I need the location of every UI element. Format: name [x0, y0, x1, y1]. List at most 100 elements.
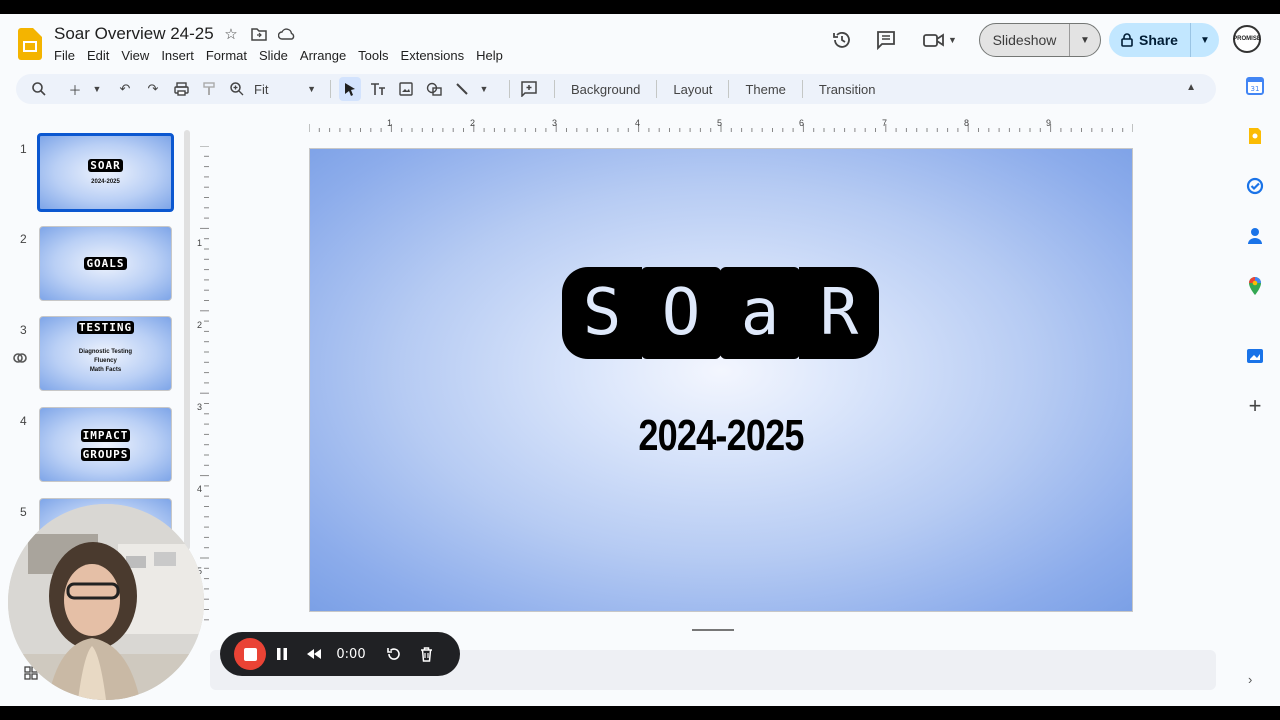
slides-logo-icon[interactable]: [18, 28, 42, 60]
tasks-icon[interactable]: [1245, 176, 1265, 196]
ruler-label: 5: [717, 118, 723, 128]
new-slide-icon[interactable]: ＋: [64, 77, 86, 101]
toolbar-divider: [554, 80, 555, 98]
new-slide-dropdown-icon[interactable]: ▼: [86, 77, 108, 101]
select-tool-icon[interactable]: [339, 77, 361, 101]
paint-format-icon[interactable]: [198, 77, 220, 101]
menu-help[interactable]: Help: [470, 46, 509, 65]
keep-icon[interactable]: [1245, 126, 1265, 146]
version-history-icon[interactable]: [828, 26, 856, 54]
background-button[interactable]: Background: [563, 82, 648, 97]
meet-dropdown-icon[interactable]: ▼: [948, 35, 957, 45]
hide-menus-chevron-icon[interactable]: ▲: [1186, 82, 1196, 93]
thumb-subtitle: 2024-2025: [91, 178, 120, 185]
toolbar-divider: [656, 80, 658, 98]
menu-insert[interactable]: Insert: [155, 46, 200, 65]
slideshow-button[interactable]: Slideshow ▼: [979, 23, 1101, 57]
slide-thumbnail-3[interactable]: TESTING Diagnostic Testing Fluency Math …: [39, 316, 172, 391]
account-avatar[interactable]: PROMISE: [1233, 25, 1261, 53]
filmstrip-scrollbar[interactable]: [184, 130, 190, 550]
share-dropdown-icon[interactable]: ▼: [1191, 23, 1219, 57]
shape-icon[interactable]: [423, 77, 445, 101]
maps-icon[interactable]: [1245, 276, 1265, 296]
vertical-ruler[interactable]: 1 2 3 4 5: [196, 146, 210, 626]
slide-thumbnail-4[interactable]: IMPACT GROUPS: [39, 407, 172, 482]
move-folder-icon[interactable]: [250, 25, 268, 43]
add-comment-icon[interactable]: [518, 77, 540, 101]
ruler-label: 6: [799, 118, 805, 128]
redo-icon[interactable]: ↷: [142, 77, 164, 101]
webcam-bubble[interactable]: [8, 504, 204, 700]
recording-timer: 0:00: [336, 646, 366, 662]
menu-extensions[interactable]: Extensions: [395, 46, 471, 65]
share-button[interactable]: Share ▼: [1109, 23, 1219, 57]
ruler-label: 9: [1046, 118, 1052, 128]
horizontal-ruler[interactable]: 1 2 3 4 5 6 7 8 9: [309, 118, 1133, 134]
menu-tools[interactable]: Tools: [352, 46, 394, 65]
delete-recording-icon[interactable]: [410, 646, 442, 662]
ruler-label: 2: [470, 118, 476, 128]
ruler-label: 1: [387, 118, 393, 128]
slide-thumbnail-1[interactable]: SOAR 2024-2025: [37, 133, 174, 212]
stop-recording-button[interactable]: [234, 638, 266, 670]
menu-view[interactable]: View: [115, 46, 155, 65]
ruler-label: 2: [197, 320, 203, 330]
undo-icon[interactable]: ↶: [114, 77, 136, 101]
slide-number: 2: [20, 232, 27, 246]
comments-icon[interactable]: [872, 26, 900, 54]
toolbar: ＋ ▼ ↶ ↷ Fit ▼ ▼ Background Layout Theme …: [16, 74, 1216, 104]
title-letter: R: [799, 267, 879, 359]
expand-panel-chevron-icon[interactable]: ›: [1248, 672, 1252, 687]
ruler-label: 4: [635, 118, 641, 128]
theme-button[interactable]: Theme: [737, 82, 793, 97]
presenter-webcam-image: [8, 504, 204, 700]
menu-arrange[interactable]: Arrange: [294, 46, 352, 65]
toolbar-divider: [509, 80, 510, 98]
svg-text:31: 31: [1251, 85, 1260, 93]
menu-format[interactable]: Format: [200, 46, 253, 65]
print-icon[interactable]: [170, 77, 192, 101]
rewind-icon[interactable]: [298, 648, 330, 660]
slide-subtitle[interactable]: 2024-2025: [384, 411, 1058, 461]
slide-canvas[interactable]: S O a R 2024-2025: [309, 148, 1133, 612]
slideshow-label[interactable]: Slideshow: [980, 24, 1070, 56]
document-title[interactable]: Soar Overview 24-25: [54, 24, 214, 44]
line-dropdown-icon[interactable]: ▼: [473, 77, 495, 101]
restart-icon[interactable]: [378, 647, 410, 661]
search-menus-icon[interactable]: [28, 77, 50, 101]
calendar-icon[interactable]: 31: [1245, 76, 1265, 96]
title-letter: O: [641, 267, 721, 359]
addon-icon[interactable]: [1245, 346, 1265, 366]
zoom-select[interactable]: Fit ▼: [254, 77, 316, 101]
ruler-label: 3: [197, 402, 203, 412]
menu-file[interactable]: File: [48, 46, 81, 65]
pause-icon[interactable]: [266, 647, 298, 661]
menu-slide[interactable]: Slide: [253, 46, 294, 65]
thumb-title: TESTING: [76, 321, 135, 334]
line-icon[interactable]: [451, 77, 473, 101]
slide-title-soar[interactable]: S O a R: [562, 267, 879, 359]
star-icon[interactable]: ☆: [222, 25, 240, 43]
layout-button[interactable]: Layout: [665, 82, 720, 97]
share-label: Share: [1139, 32, 1178, 48]
slide-number: 4: [20, 414, 27, 428]
zoom-value: Fit: [254, 81, 269, 97]
slideshow-dropdown-icon[interactable]: ▼: [1070, 24, 1100, 56]
thumb-title-line2: GROUPS: [80, 447, 131, 461]
cloud-saved-icon[interactable]: [278, 25, 296, 43]
get-addons-plus-icon[interactable]: +: [1245, 393, 1265, 418]
notes-resize-handle[interactable]: [692, 629, 734, 631]
ruler-label: 7: [882, 118, 888, 128]
zoom-icon[interactable]: [226, 77, 248, 101]
linked-slide-icon: [12, 350, 28, 369]
text-box-icon[interactable]: [367, 77, 389, 101]
insert-image-icon[interactable]: [395, 77, 417, 101]
contacts-icon[interactable]: [1245, 226, 1265, 246]
zoom-dropdown-icon: ▼: [307, 84, 316, 94]
menu-edit[interactable]: Edit: [81, 46, 115, 65]
ruler-label: 3: [552, 118, 558, 128]
side-panel: 31 +: [1238, 76, 1272, 446]
meet-camera-icon[interactable]: [920, 26, 948, 54]
transition-button[interactable]: Transition: [811, 82, 884, 97]
slide-thumbnail-2[interactable]: GOALS: [39, 226, 172, 301]
